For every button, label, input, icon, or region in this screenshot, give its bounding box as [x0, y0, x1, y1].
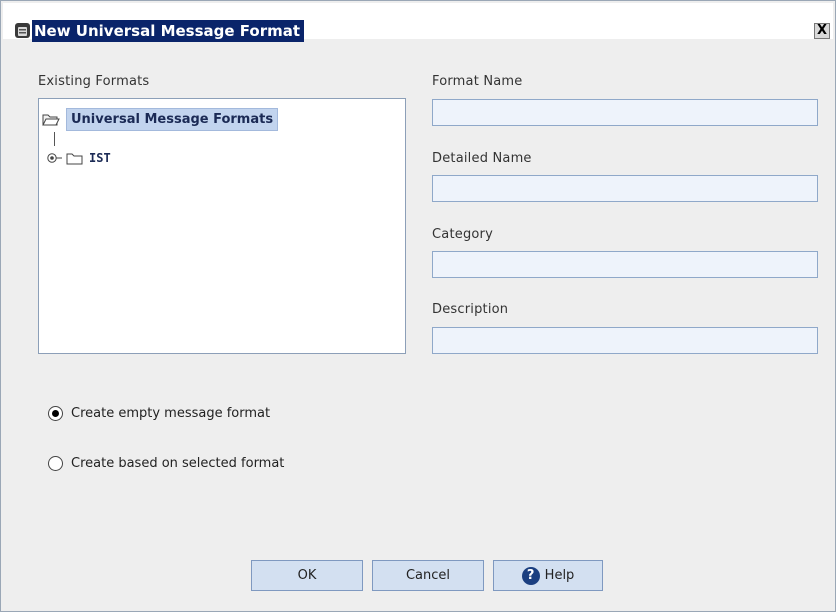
create-based-label: Create based on selected format — [71, 456, 285, 471]
help-button-label: Help — [544, 568, 575, 583]
folder-icon — [66, 153, 83, 164]
help-icon: ? — [521, 566, 540, 585]
format-name-field[interactable] — [432, 99, 818, 126]
detailed-name-field[interactable] — [432, 175, 818, 202]
expand-toggle-icon[interactable] — [47, 152, 63, 164]
category-label: Category — [432, 227, 493, 242]
tree-node-ist[interactable]: IST — [47, 151, 111, 165]
tree-connector-line — [54, 132, 55, 146]
description-label: Description — [432, 302, 509, 317]
help-button[interactable]: ? Help — [493, 560, 603, 591]
ok-button[interactable]: OK — [251, 560, 363, 591]
existing-formats-tree[interactable]: Universal Message Formats IST — [38, 98, 406, 354]
category-field[interactable] — [432, 251, 818, 278]
open-folder-icon — [42, 114, 60, 125]
title-bar: New Universal Message Format X — [3, 3, 833, 42]
existing-formats-label: Existing Formats — [38, 74, 150, 89]
window-title: New Universal Message Format — [32, 20, 305, 42]
tree-root-label[interactable]: Universal Message Formats — [66, 107, 279, 131]
detailed-name-label: Detailed Name — [432, 151, 532, 166]
option-create-based[interactable]: Create based on selected format — [48, 456, 284, 471]
format-name-label: Format Name — [432, 74, 523, 89]
description-field[interactable] — [432, 327, 818, 354]
option-create-empty[interactable]: Create empty message format — [48, 406, 270, 421]
tree-node-label[interactable]: IST — [89, 151, 111, 165]
close-button[interactable]: X — [814, 23, 830, 39]
create-empty-radio[interactable] — [48, 406, 63, 421]
tree-root-node[interactable]: Universal Message Formats — [42, 106, 279, 132]
create-empty-label: Create empty message format — [71, 406, 271, 421]
create-based-radio[interactable] — [48, 456, 63, 471]
app-window-icon — [15, 23, 30, 38]
new-universal-message-format-dialog: New Universal Message Format X Existing … — [0, 0, 836, 612]
cancel-button[interactable]: Cancel — [372, 560, 484, 591]
